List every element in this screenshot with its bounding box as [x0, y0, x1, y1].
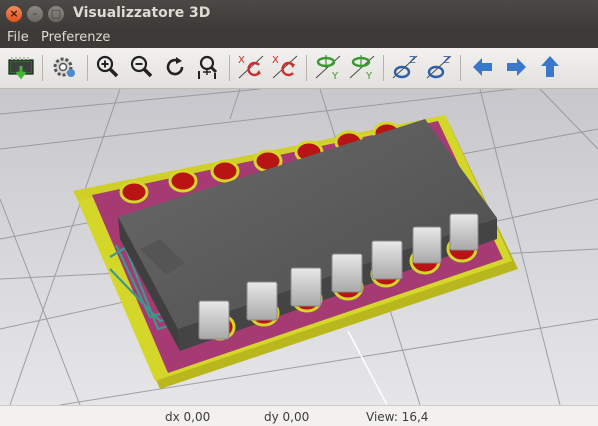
zoom-out-icon — [130, 55, 153, 78]
dy-readout: dy 0,00 — [264, 410, 310, 424]
settings-button[interactable] — [49, 52, 79, 82]
svg-text:Y: Y — [365, 71, 373, 82]
rotate-z-clockwise-button[interactable]: Z — [390, 52, 420, 82]
zoom-fit-icon — [198, 55, 218, 79]
view-readout: View: 16,4 — [366, 410, 429, 424]
svg-text:X: X — [272, 55, 279, 66]
status-bar: dx 0,00 dy 0,00 View: 16,4 — [0, 405, 598, 426]
viewer-window: × – □ Visualizzatore 3D File Preferenze — [0, 0, 598, 426]
svg-text:Y: Y — [331, 71, 339, 82]
move-up-icon — [541, 56, 559, 77]
svg-text:Z: Z — [409, 55, 416, 66]
svg-text:Z: Z — [443, 55, 450, 66]
redraw-icon — [166, 57, 184, 76]
pcb-3d-render — [0, 89, 598, 405]
rotate-x-cw-icon: X — [238, 55, 264, 79]
rotate-y-ccw-icon: Y — [349, 55, 375, 82]
rotate-z-ccw-icon: Z — [426, 55, 452, 79]
rotate-x-clockwise-button[interactable]: X — [236, 52, 266, 82]
rotate-y-counterclockwise-button[interactable]: Y — [347, 52, 377, 82]
menu-preferences[interactable]: Preferenze — [41, 30, 110, 45]
close-window-button[interactable]: × — [6, 6, 22, 22]
rotate-z-cw-icon: Z — [392, 55, 418, 79]
minimize-window-button[interactable]: – — [27, 6, 43, 22]
rotate-x-counterclockwise-button[interactable]: X — [270, 52, 300, 82]
dx-readout: dx 0,00 — [165, 410, 211, 424]
window-title: Visualizzatore 3D — [73, 5, 211, 21]
menu-file[interactable]: File — [7, 30, 29, 45]
move-left-button[interactable] — [468, 52, 498, 82]
zoom-in-button[interactable] — [93, 52, 123, 82]
3d-viewport[interactable] — [0, 89, 598, 405]
move-up-button[interactable] — [535, 52, 565, 82]
move-right-button[interactable] — [501, 52, 531, 82]
zoom-in-icon — [96, 55, 119, 78]
title-bar: × – □ Visualizzatore 3D — [0, 0, 598, 28]
maximize-window-button[interactable]: □ — [48, 6, 64, 22]
reload-board-button[interactable] — [6, 52, 36, 82]
settings-gear-icon — [53, 57, 75, 77]
rotate-z-counterclockwise-button[interactable]: Z — [424, 52, 454, 82]
menu-bar: File Preferenze — [0, 28, 598, 48]
rotate-y-clockwise-button[interactable]: Y — [313, 52, 343, 82]
move-left-icon — [473, 58, 492, 76]
zoom-out-button[interactable] — [127, 52, 157, 82]
rotate-y-cw-icon: Y — [315, 55, 341, 82]
reload-board-icon — [8, 57, 34, 80]
svg-text:X: X — [238, 55, 245, 66]
move-right-icon — [507, 58, 526, 76]
redraw-button[interactable] — [160, 52, 190, 82]
toolbar: X X Y Y Z Z — [0, 48, 598, 89]
rotate-x-ccw-icon: X — [272, 55, 298, 79]
zoom-fit-button[interactable] — [194, 52, 224, 82]
